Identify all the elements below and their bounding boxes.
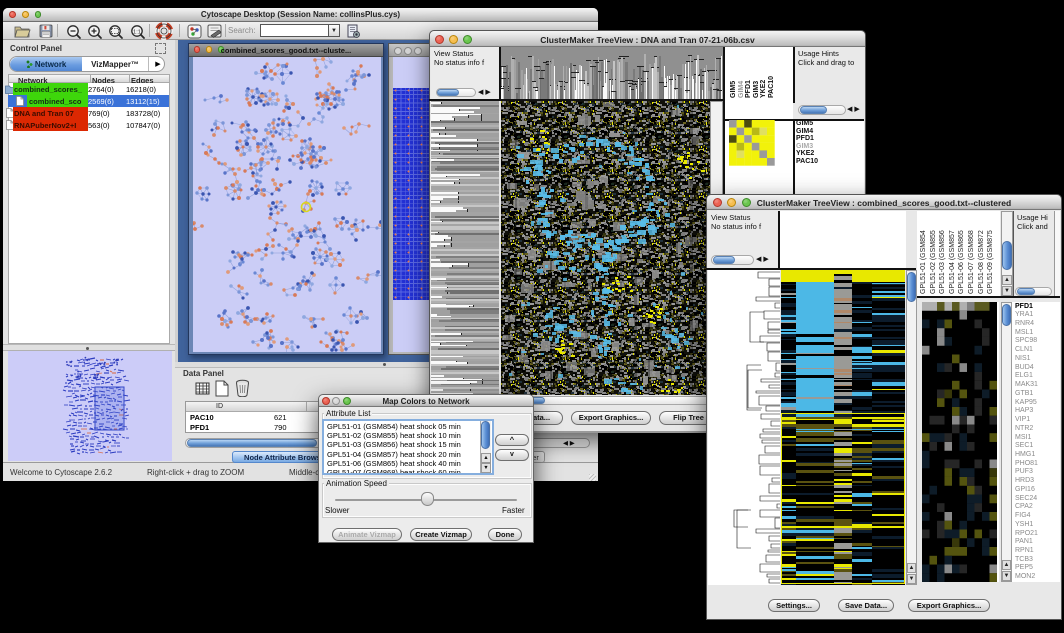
svg-text:PAC10: PAC10	[768, 76, 775, 98]
svg-text:PFD1: PFD1	[745, 80, 752, 98]
svg-text:1:1: 1:1	[133, 29, 141, 35]
svg-text:GIM5: GIM5	[730, 81, 737, 98]
svg-text:GPL51-08 (GSM872: GPL51-08 (GSM872	[978, 230, 985, 294]
svg-text:GPL51-07 (GSM868: GPL51-07 (GSM868	[968, 230, 975, 294]
svg-text:GPL51-02 (GSM855: GPL51-02 (GSM855	[930, 230, 937, 294]
svg-text:GPL51-03 (GSM856: GPL51-03 (GSM856	[939, 230, 946, 294]
svg-text:GPL51-04 (GSM857: GPL51-04 (GSM857	[949, 230, 956, 294]
svg-text:GPL51-01 (GSM854: GPL51-01 (GSM854	[920, 230, 927, 294]
svg-text:GIM4: GIM4	[738, 81, 745, 98]
svg-text:GPL51-09 (GSM875: GPL51-09 (GSM875	[987, 230, 994, 294]
svg-text:YKE2: YKE2	[760, 80, 767, 98]
svg-text:GIM3: GIM3	[753, 81, 760, 98]
svg-text:GPL51-06 (GSM865: GPL51-06 (GSM865	[958, 230, 965, 294]
